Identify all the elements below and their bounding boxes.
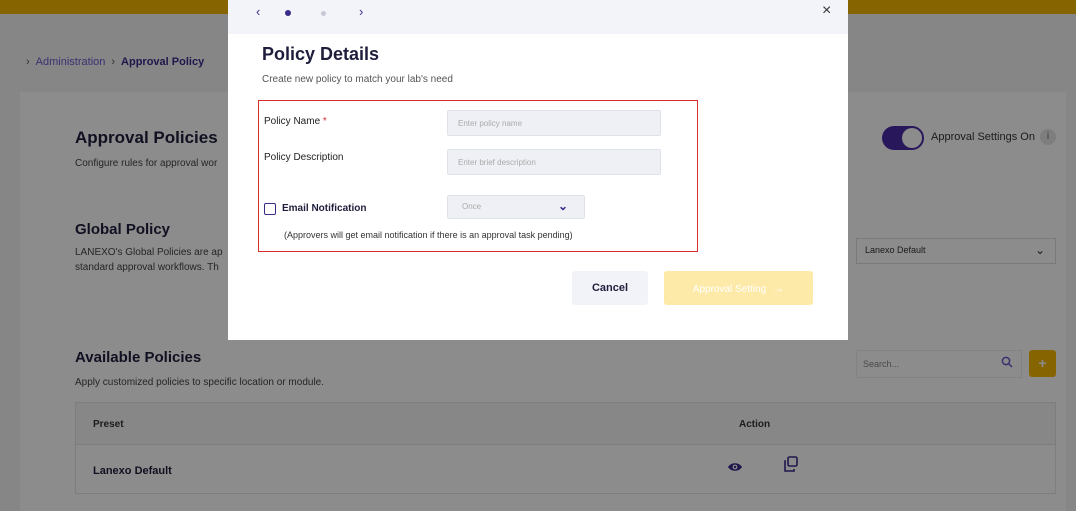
- email-notification-checkbox[interactable]: [264, 203, 276, 215]
- policy-name-label: Policy Name *: [264, 116, 327, 127]
- policy-description-label: Policy Description: [264, 152, 344, 163]
- required-mark: *: [322, 116, 327, 127]
- chevron-down-icon: ⌄: [557, 199, 568, 213]
- close-icon[interactable]: ×: [822, 2, 831, 20]
- policy-name-placeholder: Enter policy name: [458, 119, 523, 128]
- policy-description-input[interactable]: Enter brief description: [447, 149, 661, 175]
- policy-form: Policy Name * Enter policy name Policy D…: [258, 100, 698, 252]
- notification-frequency-select[interactable]: Once ⌄: [447, 195, 585, 219]
- modal-step-header: ‹ › ×: [228, 0, 848, 34]
- policy-description-placeholder: Enter brief description: [458, 158, 536, 167]
- step-indicator-active: [285, 10, 291, 16]
- policy-details-modal: ‹ › × Policy Details Create new policy t…: [228, 0, 848, 340]
- step-indicator-inactive: [321, 11, 326, 16]
- chevron-left-icon[interactable]: ‹: [256, 4, 260, 19]
- modal-title: Policy Details: [262, 44, 380, 64]
- approval-setting-label: Approval Setting: [692, 284, 767, 295]
- modal-subtitle: Create new policy to match your lab's ne…: [262, 74, 453, 85]
- approval-setting-button[interactable]: Approval Setting →: [664, 271, 813, 305]
- policy-name-input[interactable]: Enter policy name: [447, 110, 661, 136]
- email-notification-hint: (Approvers will get email notification i…: [284, 230, 573, 240]
- email-notification-label[interactable]: Email Notification: [282, 203, 366, 214]
- arrow-right-icon: →: [772, 281, 785, 295]
- cancel-button[interactable]: Cancel: [572, 271, 648, 305]
- policy-name-label-text: Policy Name: [264, 116, 321, 127]
- chevron-right-icon[interactable]: ›: [359, 4, 363, 19]
- frequency-value: Once: [462, 202, 482, 211]
